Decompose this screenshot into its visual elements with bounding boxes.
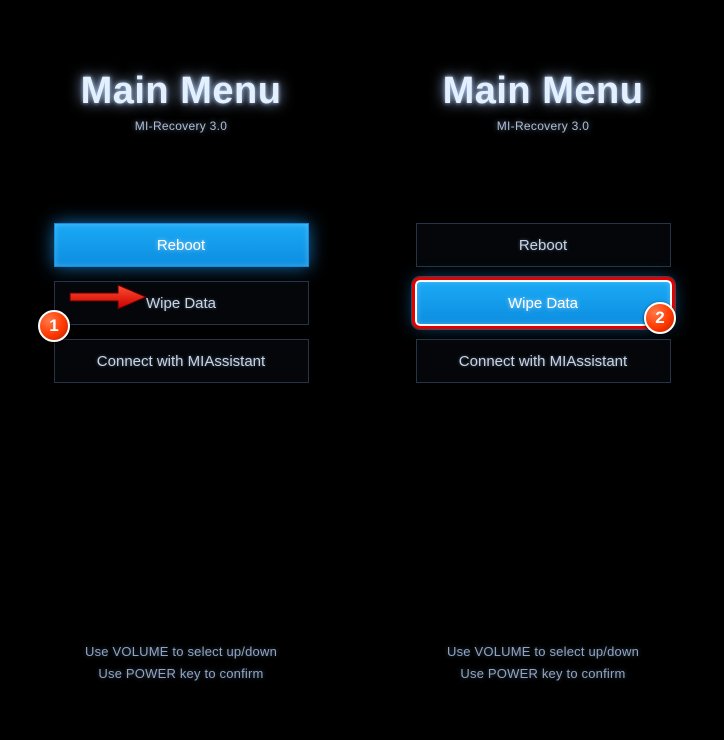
hint-text: Use VOLUME to select up/down Use POWER k… <box>0 641 362 685</box>
menu-item-connect-miassistant[interactable]: Connect with MIAssistant <box>416 339 671 383</box>
page-title: Main Menu <box>374 70 712 113</box>
menu-item-wipe-data[interactable]: Wipe Data <box>54 281 309 325</box>
hint-text: Use VOLUME to select up/down Use POWER k… <box>362 641 724 685</box>
menu-item-label: Connect with MIAssistant <box>459 353 627 370</box>
menu-item-reboot[interactable]: Reboot <box>54 223 309 267</box>
header: Main Menu MI-Recovery 3.0 <box>374 70 712 133</box>
left-recovery-screen: Main Menu MI-Recovery 3.0 Reboot Wipe Da… <box>0 0 362 740</box>
menu-item-connect-miassistant[interactable]: Connect with MIAssistant <box>54 339 309 383</box>
menu-item-label: Wipe Data <box>146 295 216 312</box>
annotation-badge-2: 2 <box>644 302 676 334</box>
hint-line-1: Use VOLUME to select up/down <box>362 641 724 663</box>
menu-item-wipe-data[interactable]: Wipe Data <box>416 281 671 325</box>
menu-item-label: Reboot <box>157 237 205 254</box>
menu-item-reboot[interactable]: Reboot <box>416 223 671 267</box>
menu-list: Reboot Wipe Data Connect with MIAssistan… <box>416 223 671 383</box>
menu-item-label: Connect with MIAssistant <box>97 353 265 370</box>
annotation-badge-1: 1 <box>38 310 70 342</box>
right-recovery-screen: Main Menu MI-Recovery 3.0 Reboot Wipe Da… <box>362 0 724 740</box>
hint-line-2: Use POWER key to confirm <box>362 663 724 685</box>
hint-line-1: Use VOLUME to select up/down <box>0 641 362 663</box>
menu-item-label: Reboot <box>519 237 567 254</box>
page-subtitle: MI-Recovery 3.0 <box>374 119 712 133</box>
badge-label: 1 <box>49 316 58 336</box>
menu-list: Reboot Wipe Data Connect with MIAssistan… <box>54 223 309 383</box>
page-title: Main Menu <box>12 70 350 113</box>
page-subtitle: MI-Recovery 3.0 <box>12 119 350 133</box>
hint-line-2: Use POWER key to confirm <box>0 663 362 685</box>
menu-item-label: Wipe Data <box>508 295 578 312</box>
badge-label: 2 <box>655 308 664 328</box>
header: Main Menu MI-Recovery 3.0 <box>12 70 350 133</box>
